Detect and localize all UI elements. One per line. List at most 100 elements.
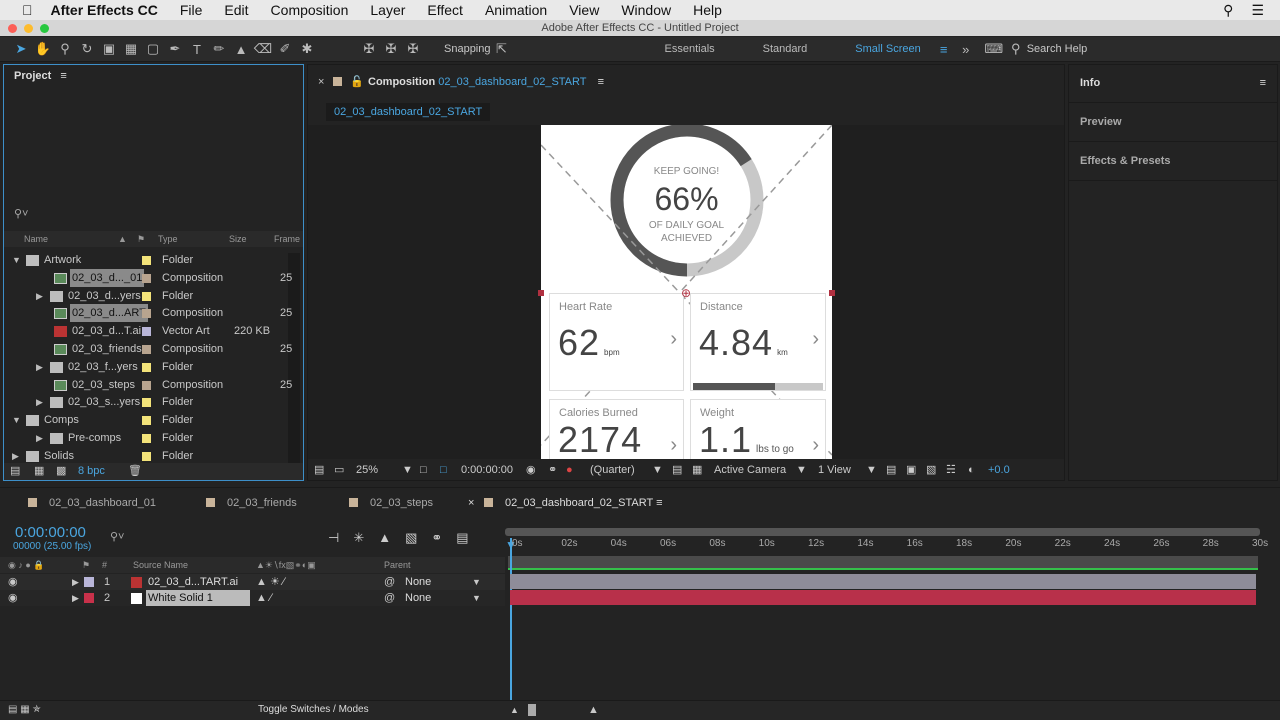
zoom-tool-icon[interactable]: ⚲ (54, 41, 76, 57)
layer-handle[interactable] (829, 290, 835, 296)
menu-animation[interactable]: Animation (485, 2, 547, 18)
snapping-icon[interactable]: ⇱ (491, 41, 513, 57)
column-frame[interactable]: Frame (274, 231, 300, 247)
axis-local-icon[interactable]: ✠ (358, 41, 380, 57)
expand-triangle-icon[interactable]: ▶ (72, 590, 79, 606)
preview-panel[interactable]: Preview (1069, 104, 1277, 142)
column-source-name[interactable]: Source Name (133, 557, 188, 573)
menu-edit[interactable]: Edit (224, 2, 248, 18)
label-swatch[interactable] (142, 291, 151, 301)
workspace-essentials[interactable]: Essentials (653, 43, 727, 55)
resolution-dropdown[interactable]: (Quarter) (590, 461, 635, 480)
notifications-icon[interactable]: ☰ (1251, 2, 1264, 19)
pickwhip-icon[interactable]: @ (384, 574, 395, 590)
current-time[interactable]: 0:00:00:00 (461, 461, 513, 480)
chevron-down-icon[interactable]: ▼ (402, 461, 413, 480)
layer-handle[interactable] (538, 290, 544, 296)
fast-previews-icon[interactable]: ▤ (672, 461, 682, 480)
expand-triangle-icon[interactable]: ▶ (36, 358, 43, 376)
menu-view[interactable]: View (569, 2, 599, 18)
app-menu[interactable]: After Effects CC (51, 2, 158, 18)
project-item[interactable]: ▶ 02_03_d...yers Folder (8, 287, 292, 305)
project-item[interactable]: ▼ Comps Folder (8, 411, 292, 429)
label-swatch[interactable] (142, 380, 151, 390)
fit-icon[interactable]: □ (420, 461, 427, 480)
column-name[interactable]: Name (24, 231, 48, 247)
project-item[interactable]: ▼ Artwork Folder (8, 251, 292, 269)
project-item[interactable]: ▶ 02_03_s...yers Folder (8, 393, 292, 411)
layer-row[interactable]: ◉ ▶ 2 White Solid 1 ▲ ∕ @ None ▼ (0, 590, 505, 606)
label-tag-icon[interactable]: ⚑ (137, 231, 145, 247)
bit-depth-button[interactable]: 8 bpc (78, 463, 105, 480)
expand-triangle-icon[interactable]: ▶ (36, 429, 43, 447)
menu-file[interactable]: File (180, 2, 203, 18)
timeline-tab[interactable]: 02_03_dashboard_01 (28, 497, 156, 509)
current-time-indicator[interactable] (510, 538, 512, 700)
new-composition-icon[interactable]: ▩ (56, 463, 66, 480)
spotlight-search-icon[interactable]: ⚲ (1223, 2, 1233, 19)
column-type[interactable]: Type (158, 231, 178, 247)
chevron-down-icon[interactable]: ▼ (652, 461, 663, 480)
layer-name[interactable]: White Solid 1 (146, 590, 250, 606)
brush-tool-icon[interactable]: ✏ (208, 41, 230, 57)
search-help-icon[interactable]: ⚲ (1005, 41, 1027, 57)
close-window-button[interactable] (8, 24, 17, 33)
layer-row[interactable]: ◉ ▶ 1 02_03_d...TART.ai ▲ ☀ ∕ @ None ▼ (0, 574, 505, 590)
delete-trash-icon[interactable]: 🗑 (128, 463, 142, 480)
label-swatch[interactable] (142, 362, 151, 372)
menu-window[interactable]: Window (621, 2, 671, 18)
reset-exposure-icon[interactable]: ◐ (968, 461, 975, 480)
zoom-window-button[interactable] (40, 24, 49, 33)
column-parent[interactable]: Parent (384, 557, 411, 573)
clone-stamp-tool-icon[interactable]: ▲ (230, 42, 252, 57)
search-help-input[interactable]: Search Help (1027, 43, 1088, 55)
flowchart-icon[interactable]: ☵ (946, 461, 956, 480)
expand-triangle-open-icon[interactable]: ▼ (12, 411, 21, 429)
panel-menu-icon[interactable]: ≡ (653, 497, 662, 509)
menu-effect[interactable]: Effect (427, 2, 463, 18)
motion-blur-icon[interactable]: ▣ (906, 461, 916, 480)
layer-duration-bar[interactable] (510, 574, 1256, 589)
parent-dropdown[interactable]: None (405, 590, 431, 606)
project-item[interactable]: 02_03_d...ART Composition 25 (8, 304, 292, 323)
layer-duration-bar[interactable] (510, 590, 1256, 605)
menu-composition[interactable]: Composition (271, 2, 349, 18)
apple-icon[interactable]:  (22, 2, 33, 18)
expand-triangle-open-icon[interactable]: ▼ (12, 251, 21, 269)
timeline-search-icon[interactable]: ⚲˅ (110, 530, 124, 543)
expand-triangle-icon[interactable]: ▶ (36, 393, 43, 411)
channel-icon[interactable]: ● (566, 461, 573, 480)
zoom-slider-thumb[interactable] (528, 704, 536, 716)
visibility-eye-icon[interactable]: ◉ (8, 574, 18, 590)
anchor-point-icon[interactable]: ⊕ (681, 286, 691, 300)
chevron-down-icon[interactable]: ▼ (796, 461, 807, 480)
pan-behind-tool-icon[interactable]: ▦ (120, 41, 142, 57)
zoom-out-icon[interactable]: ▲ (510, 701, 519, 719)
project-item[interactable]: 02_03_d...T.ai Vector Art 220 KB (8, 322, 292, 340)
project-item[interactable]: ▶ Pre-comps Folder (8, 429, 292, 447)
layer-label-swatch[interactable] (84, 577, 94, 587)
expand-triangle-icon[interactable]: ▶ (36, 287, 43, 305)
info-panel[interactable]: Info ≡ (1069, 65, 1277, 103)
show-snapshot-icon[interactable]: ⚭ (548, 461, 557, 480)
timeline-tab[interactable]: × 02_03_dashboard_02_START ≡ (468, 497, 663, 509)
hand-tool-icon[interactable]: ✋ (32, 41, 54, 57)
comp-viewer[interactable]: KEEP GOING! 66% OF DAILY GOAL ACHIEVED H… (308, 125, 1064, 459)
expand-triangle-icon[interactable]: ▶ (72, 574, 79, 590)
view-layout-dropdown[interactable]: 1 View (818, 461, 851, 480)
label-swatch[interactable] (142, 327, 151, 337)
rotate-tool-icon[interactable]: ↻ (76, 41, 98, 57)
roto-brush-tool-icon[interactable]: ✐ (274, 41, 296, 57)
exposure-value[interactable]: +0.0 (988, 461, 1010, 480)
expand-triangle-icon[interactable]: ▶ (12, 447, 19, 465)
label-swatch[interactable] (142, 273, 151, 283)
axis-world-icon[interactable]: ✠ (380, 41, 402, 57)
eraser-tool-icon[interactable]: ⌫ (252, 41, 274, 57)
label-swatch[interactable] (142, 434, 151, 443)
comp-panel-title[interactable]: Composition 02_03_dashboard_02_START ≡ (368, 76, 604, 88)
more-workspaces-icon[interactable]: » (955, 42, 977, 57)
toggle-switches-modes-button[interactable]: Toggle Switches / Modes (258, 701, 369, 719)
timeline-tab[interactable]: 02_03_steps (349, 497, 433, 509)
parent-dropdown[interactable]: None (405, 574, 431, 590)
monitor-icon[interactable]: ▭ (334, 461, 344, 480)
